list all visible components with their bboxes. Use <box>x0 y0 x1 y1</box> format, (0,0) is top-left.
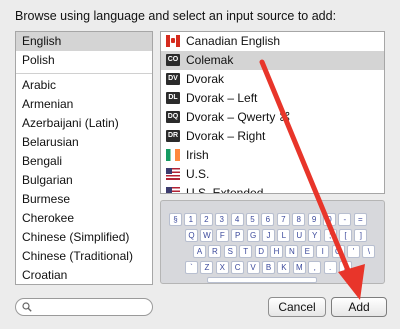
search-icon <box>22 302 32 312</box>
input-source-item[interactable]: Irish <box>161 146 384 165</box>
language-item[interactable]: Chinese (Traditional) <box>16 247 152 266</box>
language-item[interactable]: Belarusian <box>16 133 152 152</box>
keyboard-key: 8 <box>292 213 306 226</box>
keyboard-key: X <box>215 261 229 274</box>
keyboard-key: 9 <box>307 213 321 226</box>
input-source-item[interactable]: DR Dvorak – Right <box>161 127 384 146</box>
keyboard-preview: § 1 2 3 4 5 6 7 8 9 0- = Q W F P G J L U Y;[] A R S T D H N E I O ' \ ` Z X… <box>160 200 385 284</box>
keyboard-key: / <box>339 261 352 274</box>
keyboard-key: T <box>239 245 253 258</box>
keyboard-key: R <box>208 245 222 258</box>
input-source-item[interactable]: DV Dvorak <box>161 70 384 89</box>
colemak-icon: CO <box>166 54 180 66</box>
search-field[interactable] <box>15 298 153 316</box>
keyboard-key: A <box>193 245 206 258</box>
keyboard-key: M <box>292 261 306 274</box>
keyboard-key: ] <box>354 229 368 242</box>
keyboard-key: [ <box>339 229 352 242</box>
language-item[interactable]: Chinese (Simplified) <box>16 228 152 247</box>
keyboard-key: L <box>277 229 291 242</box>
keyboard-key: S <box>223 245 237 258</box>
language-item[interactable]: Bulgarian <box>16 171 152 190</box>
keyboard-key: V <box>246 261 260 274</box>
language-item[interactable]: Burmese <box>16 190 152 209</box>
keyboard-key: W <box>200 229 214 242</box>
us-flag-icon <box>166 187 180 193</box>
ireland-flag-icon <box>166 149 180 161</box>
keyboard-key: § <box>169 213 182 226</box>
keyboard-key: K <box>277 261 291 274</box>
language-item[interactable]: Croatian <box>16 266 152 284</box>
dvorak-left-icon: DL <box>166 92 180 104</box>
keyboard-key: \ <box>362 245 376 258</box>
language-item[interactable]: Azerbaijani (Latin) <box>16 114 152 133</box>
language-item[interactable]: Polish <box>16 51 152 70</box>
cancel-button[interactable]: Cancel <box>268 297 326 317</box>
keyboard-key: H <box>270 245 283 258</box>
keyboard-key <box>207 277 317 283</box>
input-source-label: Dvorak – Qwerty ⌘ <box>186 110 291 124</box>
input-source-list[interactable]: Canadian English CO Colemak DV Dvorak DL Dvora… <box>160 31 385 194</box>
search-input[interactable] <box>34 300 144 314</box>
keyboard-key: Q <box>185 229 198 242</box>
input-source-label: U.S. Extended <box>186 186 264 194</box>
keyboard-key: I <box>316 245 330 258</box>
input-source-label: Irish <box>186 148 209 162</box>
input-source-label: Canadian English <box>186 34 281 48</box>
keyboard-key: , <box>308 261 322 274</box>
keyboard-key: 6 <box>261 213 275 226</box>
keyboard-key: 3 <box>215 213 229 226</box>
language-item[interactable]: English <box>16 32 152 51</box>
keyboard-key: Z <box>200 261 214 274</box>
keyboard-key: = <box>353 213 367 226</box>
input-source-label: Dvorak <box>186 72 225 86</box>
keyboard-key: Y <box>308 229 322 242</box>
dvorak-right-icon: DR <box>166 130 180 142</box>
input-source-label: U.S. <box>186 167 210 181</box>
input-source-item[interactable]: DL Dvorak – Left <box>161 89 384 108</box>
keyboard-key: ' <box>347 245 360 258</box>
input-source-item[interactable]: CO Colemak <box>161 51 384 70</box>
language-item[interactable]: Bengali <box>16 152 152 171</box>
language-list[interactable]: English Polish Arabic Armenian Azerbaijani (… <box>15 31 153 285</box>
keyboard-key: . <box>323 261 337 274</box>
input-source-item[interactable]: U.S. <box>161 165 384 184</box>
language-item[interactable]: Armenian <box>16 95 152 114</box>
keyboard-key: F <box>215 229 229 242</box>
keyboard-key: O <box>331 245 345 258</box>
keyboard-key: 2 <box>199 213 213 226</box>
keyboard-key: E <box>300 245 314 258</box>
input-source-label: Dvorak – Right <box>186 129 266 143</box>
add-button[interactable]: Add <box>331 297 387 317</box>
language-item[interactable]: Arabic <box>16 76 152 95</box>
keyboard-key: B <box>262 261 275 274</box>
keyboard-key: 4 <box>230 213 244 226</box>
keyboard-key: G <box>246 229 260 242</box>
dvorak-qwerty-icon: DQ <box>166 111 180 123</box>
keyboard-key: N <box>285 245 299 258</box>
keyboard-key: 7 <box>276 213 290 226</box>
instruction-label: Browse using language and select an inpu… <box>15 9 337 23</box>
language-list-divider <box>16 73 152 74</box>
keyboard-key: ; <box>323 229 337 242</box>
keyboard-key: 1 <box>184 213 198 226</box>
keyboard-key: 5 <box>246 213 259 226</box>
input-source-item[interactable]: U.S. Extended <box>161 184 384 194</box>
dvorak-icon: DV <box>166 73 180 85</box>
keyboard-key: U <box>292 229 306 242</box>
keyboard-key: C <box>231 261 245 274</box>
us-flag-icon <box>166 168 180 180</box>
input-source-label: Colemak <box>186 53 234 67</box>
keyboard-key: 0 <box>323 213 336 226</box>
keyboard-key: D <box>254 245 268 258</box>
keyboard-key: J <box>262 229 275 242</box>
input-source-item[interactable]: Canadian English <box>161 32 384 51</box>
keyboard-key: - <box>338 213 352 226</box>
keyboard-key: P <box>231 229 245 242</box>
canada-flag-icon <box>166 35 180 47</box>
language-item[interactable]: Cherokee <box>16 209 152 228</box>
input-source-item[interactable]: DQ Dvorak – Qwerty ⌘ <box>161 108 384 127</box>
input-source-label: Dvorak – Left <box>186 91 258 105</box>
keyboard-key: ` <box>185 261 198 274</box>
